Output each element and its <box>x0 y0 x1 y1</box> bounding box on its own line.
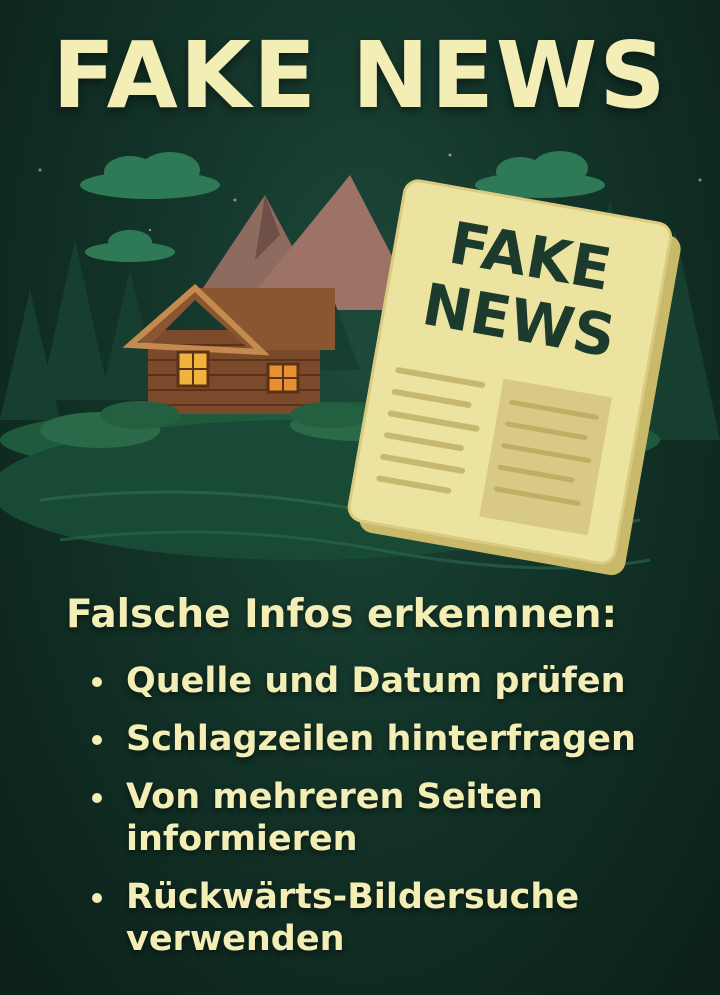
illustration-scene: FAKE NEWS <box>0 151 720 576</box>
newspaper: FAKE NEWS <box>347 179 681 576</box>
list-item: Rückwärts-Bildersuche verwenden <box>88 876 688 960</box>
list-item-text: Von mehreren Seiten informieren <box>126 777 543 859</box>
list-item: Quelle und Datum prüfen <box>88 660 688 702</box>
list-item: Schlagzeilen hinterfragen <box>88 718 688 760</box>
checklist: Quelle und Datum prüfen Schlagzeilen hin… <box>88 660 688 976</box>
bullet-icon <box>92 735 102 745</box>
poster: FAKE NEWS FAKE NEWS Falsche Infos erkenn… <box>0 0 720 995</box>
cabin <box>122 283 335 414</box>
bullet-icon <box>92 793 102 803</box>
list-item-text: Quelle und Datum prüfen <box>126 661 626 701</box>
poster-title: FAKE NEWS <box>52 22 668 129</box>
checklist-heading: Falsche Infos erkennnen: <box>66 592 618 637</box>
list-item-text: Schlagzeilen hinterfragen <box>126 719 636 759</box>
list-item: Von mehreren Seiten informieren <box>88 776 688 860</box>
bullet-icon <box>92 893 102 903</box>
list-item-text: Rückwärts-Bildersuche verwenden <box>126 877 580 959</box>
bullet-icon <box>92 677 102 687</box>
